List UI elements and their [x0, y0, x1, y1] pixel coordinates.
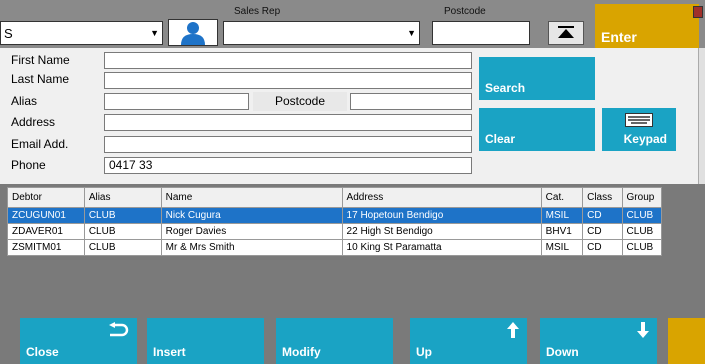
close-button[interactable]: Close: [20, 318, 137, 364]
collapse-up-icon: [558, 26, 574, 38]
last-name-label: Last Name: [11, 72, 70, 86]
modify-label: Modify: [282, 345, 321, 359]
cell-name: Roger Davies: [160, 223, 343, 240]
cell-name: Nick Cugura: [160, 207, 343, 224]
cell-name: Mr & Mrs Smith: [160, 239, 343, 256]
header-group[interactable]: Group: [621, 187, 663, 208]
cell-alias: CLUB: [83, 223, 162, 240]
last-name-field[interactable]: [104, 72, 472, 89]
postcode-label: Postcode: [253, 92, 347, 111]
search-label: Search: [485, 81, 526, 95]
first-combo-value: S: [4, 26, 13, 41]
header-address[interactable]: Address: [341, 187, 542, 208]
alias-field[interactable]: [104, 93, 249, 110]
modify-button[interactable]: Modify: [276, 318, 393, 364]
panel-scrollbar[interactable]: [698, 48, 705, 184]
cell-cat: MSIL: [540, 239, 584, 256]
down-button[interactable]: Down: [540, 318, 657, 364]
cell-class: CD: [582, 207, 623, 224]
sales-rep-combo[interactable]: ▼: [223, 21, 420, 45]
down-label: Down: [546, 345, 579, 359]
cell-address: 10 King St Paramatta: [341, 239, 542, 256]
keypad-label: Keypad: [623, 132, 667, 146]
phone-field[interactable]: 0417 33: [104, 157, 472, 174]
email-label: Email Add.: [11, 137, 69, 151]
enter-label: Enter: [601, 29, 637, 45]
first-combo[interactable]: S ▼: [0, 21, 163, 45]
table-header: Debtor Alias Name Address Cat. Class Gro…: [7, 187, 663, 208]
enter-button[interactable]: Enter: [595, 4, 699, 48]
first-name-field[interactable]: [104, 52, 472, 69]
alias-label: Alias: [11, 94, 38, 108]
cell-address: 17 Hopetoun Bendigo: [341, 207, 542, 224]
save-icon[interactable]: [693, 6, 703, 18]
cell-group: CLUB: [621, 223, 663, 240]
cell-debtor: ZDAVER01: [7, 223, 85, 240]
table-row[interactable]: ZCUGUN01 CLUB Nick Cugura 17 Hopetoun Be…: [7, 207, 663, 224]
cell-alias: CLUB: [83, 207, 162, 224]
close-label: Close: [26, 345, 59, 359]
keypad-button[interactable]: Keypad: [602, 108, 676, 151]
up-label: Up: [416, 345, 432, 359]
search-button[interactable]: Search: [479, 57, 595, 100]
cell-cat: BHV1: [540, 223, 584, 240]
clear-button[interactable]: Clear: [479, 108, 595, 151]
clear-label: Clear: [485, 132, 516, 146]
cell-class: CD: [582, 223, 623, 240]
arrow-up-icon: [507, 322, 519, 338]
header-debtor[interactable]: Debtor: [7, 187, 85, 208]
address-label: Address: [11, 115, 56, 129]
chevron-down-icon: ▼: [407, 28, 416, 38]
collapse-button[interactable]: [548, 21, 584, 45]
postcode-top-input[interactable]: [432, 21, 530, 45]
return-arrow-icon: [109, 322, 129, 337]
results-table: Debtor Alias Name Address Cat. Class Gro…: [7, 187, 663, 307]
up-button[interactable]: Up: [410, 318, 527, 364]
sales-rep-label: Sales Rep: [234, 6, 281, 17]
first-name-label: First Name: [11, 53, 70, 67]
phone-label: Phone: [11, 158, 46, 172]
person-icon: [181, 22, 205, 45]
cell-address: 22 High St Bendigo: [341, 223, 542, 240]
email-field[interactable]: [104, 136, 472, 153]
address-field[interactable]: [104, 114, 472, 131]
header-name[interactable]: Name: [160, 187, 343, 208]
cell-debtor: ZCUGUN01: [7, 207, 85, 224]
cell-group: CLUB: [621, 239, 663, 256]
table-row[interactable]: ZSMITM01 CLUB Mr & Mrs Smith 10 King St …: [7, 239, 663, 256]
header-cat[interactable]: Cat.: [540, 187, 584, 208]
chevron-down-icon: ▼: [150, 28, 159, 38]
postcode-top-label: Postcode: [444, 6, 486, 17]
keyboard-icon: [625, 113, 653, 127]
side-action-button[interactable]: [668, 318, 705, 364]
header-alias[interactable]: Alias: [83, 187, 162, 208]
insert-button[interactable]: Insert: [147, 318, 264, 364]
arrow-down-icon: [637, 322, 649, 338]
cell-alias: CLUB: [83, 239, 162, 256]
cell-debtor: ZSMITM01: [7, 239, 85, 256]
contact-button[interactable]: [168, 19, 218, 46]
cell-cat: MSIL: [540, 207, 584, 224]
insert-label: Insert: [153, 345, 186, 359]
cell-class: CD: [582, 239, 623, 256]
cell-group: CLUB: [621, 207, 663, 224]
table-row[interactable]: ZDAVER01 CLUB Roger Davies 22 High St Be…: [7, 223, 663, 240]
header-class[interactable]: Class: [582, 187, 623, 208]
postcode-field[interactable]: [350, 93, 472, 110]
